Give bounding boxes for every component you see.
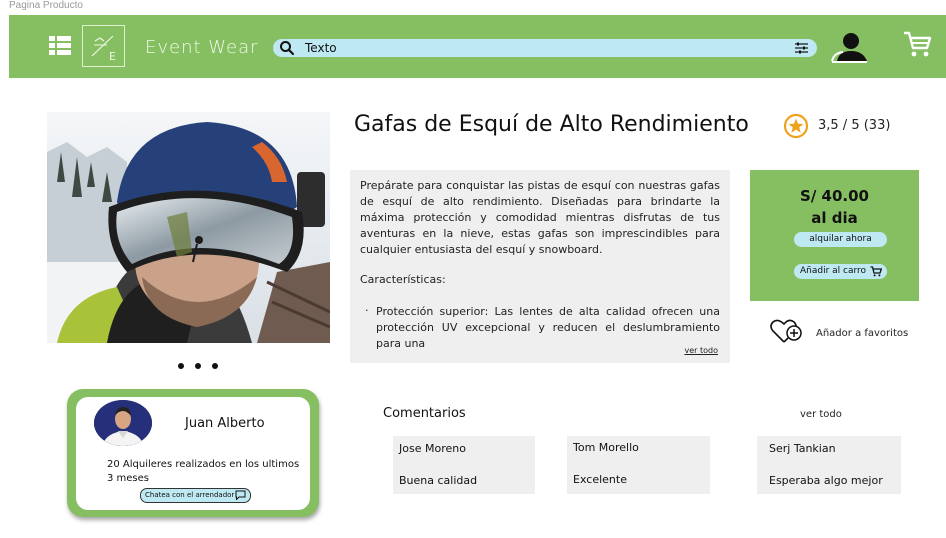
description-intro: Prepárate para conquistar las pistas de …: [360, 179, 720, 256]
seller-card: Juan Alberto 20 Alquileres realizados en…: [67, 389, 319, 517]
product-title: Gafas de Esquí de Alto Rendimiento: [354, 112, 749, 137]
cart-icon: [870, 266, 882, 277]
seller-name[interactable]: Juan Alberto: [185, 416, 265, 431]
star-icon: [783, 113, 809, 139]
menu-grid-icon[interactable]: [49, 36, 71, 56]
seller-avatar[interactable]: [94, 400, 152, 446]
top-navigation-bar: E Event Wear Texto: [9, 15, 946, 78]
comment-author: Tom Morello: [573, 441, 639, 454]
svg-text:E: E: [109, 50, 116, 63]
comments-heading: Comentarios: [383, 406, 466, 421]
product-image[interactable]: [47, 112, 330, 343]
filter-sliders-icon[interactable]: [794, 41, 809, 55]
carousel-dot[interactable]: [212, 363, 218, 369]
comment-text: Excelente: [573, 473, 627, 486]
add-to-cart-button[interactable]: Añadir al carro: [794, 264, 887, 279]
chat-bubble-icon: [235, 490, 246, 500]
add-to-cart-label: Añadir al carro: [800, 266, 867, 276]
add-favorite-label[interactable]: Añador a favoritos: [816, 328, 908, 339]
product-description: Prepárate para conquistar las pistas de …: [350, 170, 730, 363]
logo-icon[interactable]: E: [82, 25, 125, 67]
comment-card[interactable]: Serj Tankian Esperaba algo mejor: [757, 436, 901, 494]
seller-rental-stats: 20 Alquileres realizados en los ultimos …: [107, 459, 300, 484]
feature-item: Protección superior: Las lentes de alta …: [376, 305, 720, 350]
comment-card[interactable]: Tom Morello Excelente: [567, 436, 710, 494]
user-account-icon[interactable]: [829, 31, 869, 63]
comment-author: Jose Moreno: [399, 442, 466, 455]
comments-see-all-link[interactable]: ver todo: [800, 409, 842, 420]
product-rating: 3,5 / 5 (33): [818, 118, 891, 133]
price: S/ 40.00: [800, 187, 869, 205]
chat-button-label: Chatea con el arrendador: [145, 491, 235, 499]
search-bar[interactable]: Texto: [273, 39, 817, 57]
carousel-dot[interactable]: [195, 363, 201, 369]
features-heading: Características:: [360, 273, 446, 286]
price-period: al dia: [811, 209, 858, 227]
search-input[interactable]: Texto: [305, 41, 337, 55]
seller-card-body: Juan Alberto 20 Alquileres realizados en…: [76, 397, 310, 510]
frame-title: Pagina Producto: [9, 0, 83, 11]
shopping-cart-icon[interactable]: [902, 29, 932, 59]
comment-text: Buena calidad: [399, 474, 478, 487]
description-see-more-link[interactable]: ver todo: [685, 346, 719, 355]
carousel-dot[interactable]: [178, 363, 184, 369]
add-favorite-heart-icon[interactable]: [769, 318, 803, 346]
comment-author: Serj Tankian: [769, 442, 836, 455]
brand-name[interactable]: Event Wear: [145, 37, 259, 58]
price-panel: S/ 40.00 al dia alquilar ahora Añadir al…: [750, 170, 919, 301]
comment-card[interactable]: Jose Moreno Buena calidad: [393, 436, 535, 494]
image-carousel-dots[interactable]: [178, 354, 229, 373]
rent-now-button[interactable]: alquilar ahora: [794, 232, 887, 247]
bullet-dot: ·: [365, 304, 369, 317]
comment-text: Esperaba algo mejor: [769, 474, 883, 487]
search-icon[interactable]: [279, 40, 295, 56]
chat-with-owner-button[interactable]: Chatea con el arrendador: [140, 488, 251, 503]
